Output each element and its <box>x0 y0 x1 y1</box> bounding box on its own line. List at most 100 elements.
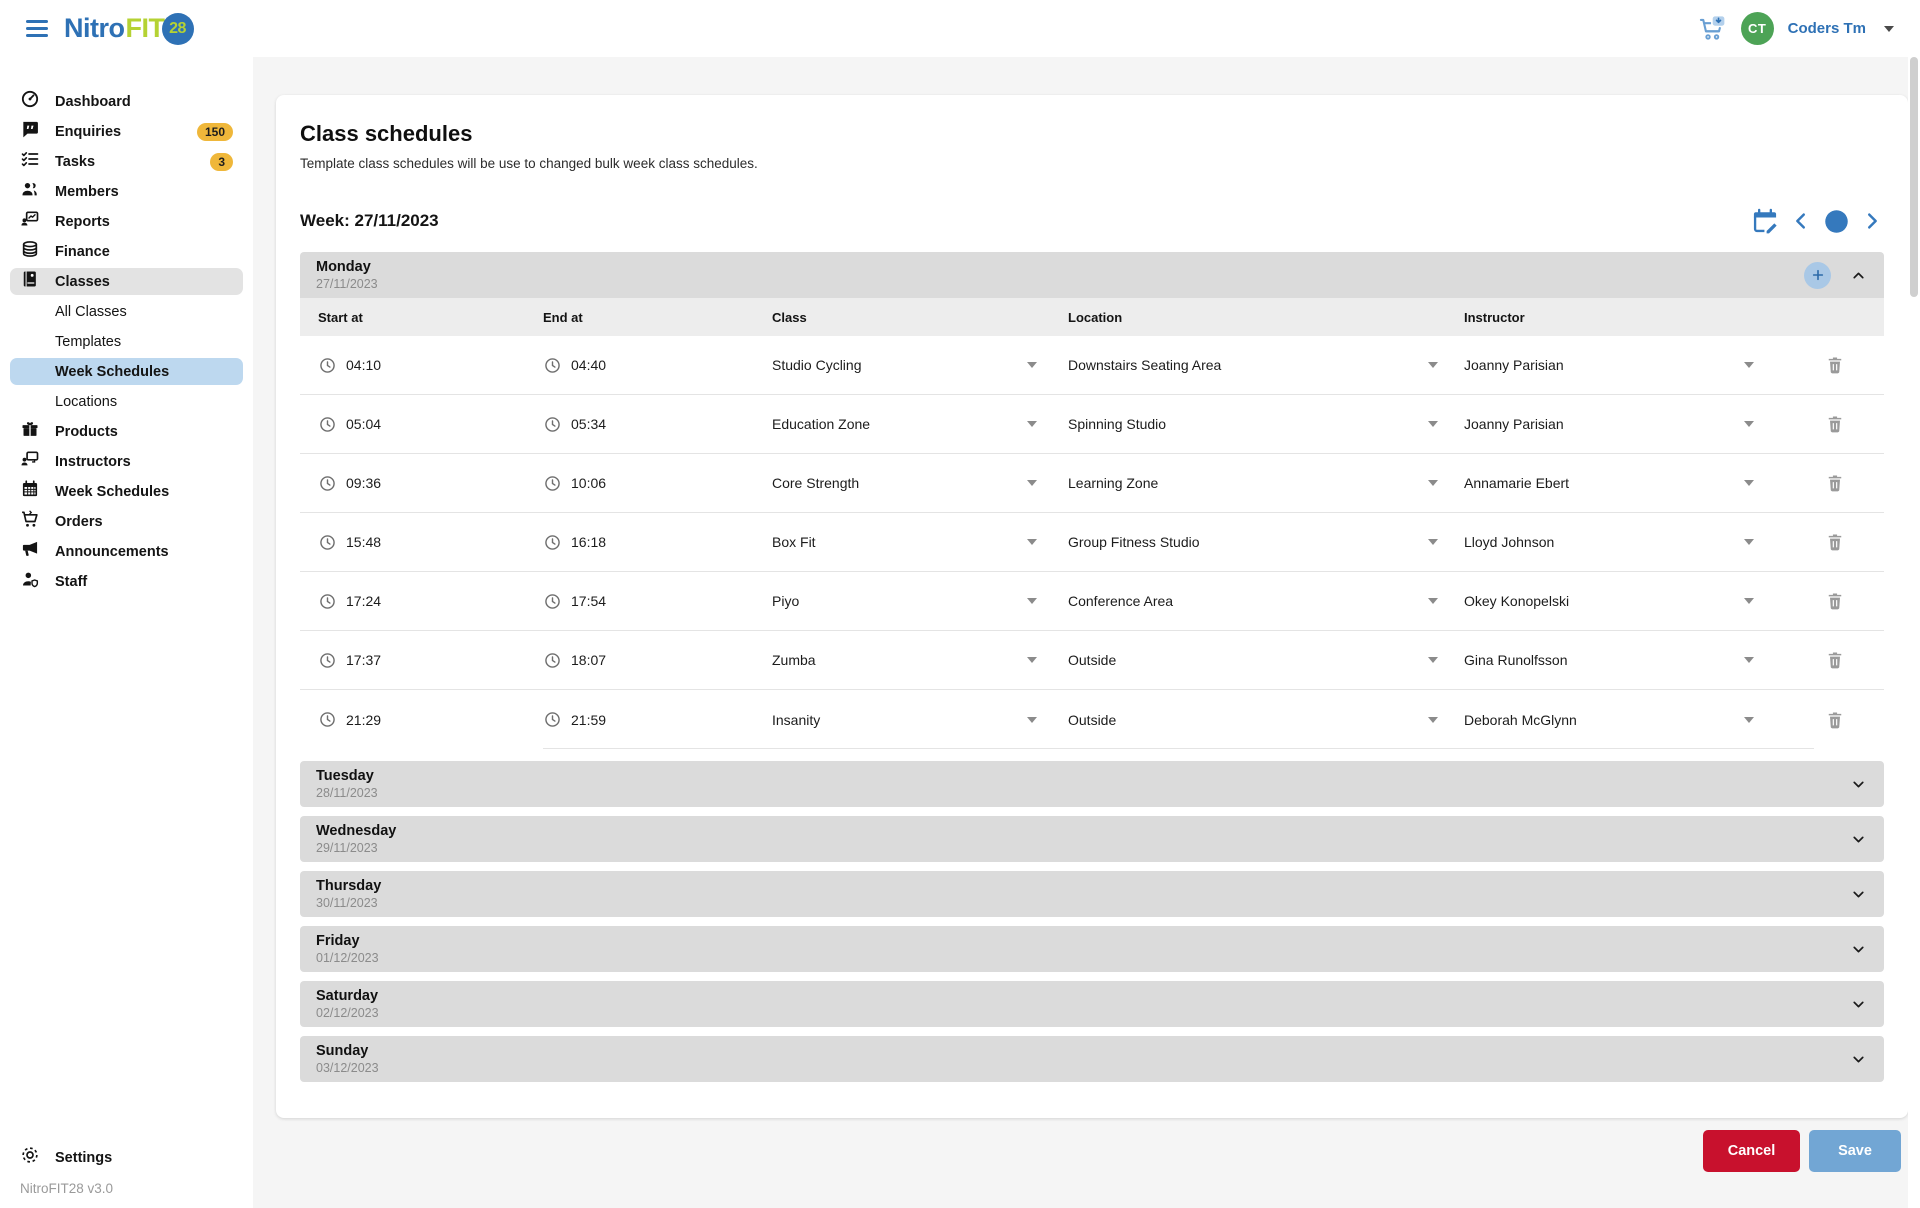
calendar-edit-icon[interactable] <box>1750 206 1780 236</box>
scrollbar-thumb[interactable] <box>1910 57 1918 297</box>
location-select[interactable]: Downstairs Seating Area <box>1068 357 1438 373</box>
avatar[interactable]: CT <box>1741 12 1774 45</box>
location-select[interactable]: Conference Area <box>1068 593 1438 609</box>
expand-day-icon[interactable] <box>1849 830 1868 849</box>
instructor-select[interactable]: Annamarie Ebert <box>1464 475 1754 491</box>
expand-day-icon[interactable] <box>1849 885 1868 904</box>
user-name[interactable]: Coders Tm <box>1788 20 1866 37</box>
class-select[interactable]: Insanity <box>772 712 1037 728</box>
instructor-select[interactable]: Joanny Parisian <box>1464 357 1754 373</box>
page-subtitle: Template class schedules will be use to … <box>300 156 1884 171</box>
sidebar-item-members[interactable]: Members <box>10 178 243 205</box>
sidebar-item-label: Settings <box>55 1150 112 1166</box>
day-header-thursday[interactable]: Thursday 30/11/2023 <box>300 871 1884 917</box>
end-time-field[interactable]: 17:54 <box>543 592 772 611</box>
sidebar-item-templates[interactable]: Templates <box>10 328 243 355</box>
sidebar-item-locations[interactable]: Locations <box>10 388 243 415</box>
class-select[interactable]: Core Strength <box>772 475 1037 491</box>
sidebar-item-reports[interactable]: Reports <box>10 208 243 235</box>
sidebar-item-week-schedules-sub[interactable]: Week Schedules <box>10 358 243 385</box>
instructor-select[interactable]: Lloyd Johnson <box>1464 534 1754 550</box>
save-button[interactable]: Save <box>1809 1130 1901 1172</box>
class-select[interactable]: Studio Cycling <box>772 357 1037 373</box>
sidebar-item-settings[interactable]: Settings <box>10 1144 243 1171</box>
delete-row-icon[interactable] <box>1825 414 1845 434</box>
delete-row-icon[interactable] <box>1825 650 1845 670</box>
day-header-friday[interactable]: Friday 01/12/2023 <box>300 926 1884 972</box>
menu-icon[interactable] <box>26 17 48 40</box>
clock-icon <box>318 356 337 375</box>
sidebar-item-dashboard[interactable]: Dashboard <box>10 88 243 115</box>
sidebar-item-orders[interactable]: Orders <box>10 508 243 535</box>
scrollbar[interactable] <box>1908 57 1920 1208</box>
day-header-tuesday[interactable]: Tuesday 28/11/2023 <box>300 761 1884 807</box>
end-time-field[interactable]: 18:07 <box>543 651 772 670</box>
location-select[interactable]: Group Fitness Studio <box>1068 534 1438 550</box>
expand-day-icon[interactable] <box>1849 1050 1868 1069</box>
sidebar-item-classes[interactable]: Classes <box>10 268 243 295</box>
chevron-down-icon <box>1428 657 1438 663</box>
sidebar-item-finance[interactable]: Finance <box>10 238 243 265</box>
sidebar-item-week-schedules[interactable]: Week Schedules <box>10 478 243 505</box>
sidebar-item-products[interactable]: Products <box>10 418 243 445</box>
class-select[interactable]: Box Fit <box>772 534 1037 550</box>
start-time-field[interactable]: 09:36 <box>318 474 543 493</box>
instructor-select[interactable]: Deborah McGlynn <box>1464 712 1754 728</box>
expand-day-icon[interactable] <box>1849 940 1868 959</box>
instructor-select[interactable]: Joanny Parisian <box>1464 416 1754 432</box>
expand-day-icon[interactable] <box>1849 995 1868 1014</box>
sidebar-item-all-classes[interactable]: All Classes <box>10 298 243 325</box>
instructor-select[interactable]: Gina Runolfsson <box>1464 652 1754 668</box>
day-header-sunday[interactable]: Sunday 03/12/2023 <box>300 1036 1884 1082</box>
delete-row-icon[interactable] <box>1825 355 1845 375</box>
delete-row-icon[interactable] <box>1825 710 1845 730</box>
sidebar-item-enquiries[interactable]: Enquiries 150 <box>10 118 243 145</box>
start-time-field[interactable]: 17:24 <box>318 592 543 611</box>
next-week-icon[interactable] <box>1860 209 1884 233</box>
expand-day-icon[interactable] <box>1849 775 1868 794</box>
sidebar-item-staff[interactable]: Staff <box>10 568 243 595</box>
location-select[interactable]: Outside <box>1068 652 1438 668</box>
class-select[interactable]: Zumba <box>772 652 1037 668</box>
clock-icon <box>543 415 562 434</box>
day-header-monday[interactable]: Monday 27/11/2023 <box>300 252 1884 298</box>
end-time-field[interactable]: 16:18 <box>543 533 772 552</box>
class-select[interactable]: Education Zone <box>772 416 1037 432</box>
sidebar-item-instructors[interactable]: Instructors <box>10 448 243 475</box>
delete-row-icon[interactable] <box>1825 532 1845 552</box>
clock-icon <box>543 651 562 670</box>
clock-icon <box>318 415 337 434</box>
prev-week-icon[interactable] <box>1789 209 1813 233</box>
chevron-down-icon <box>1027 362 1037 368</box>
end-time-field[interactable]: 04:40 <box>543 356 772 375</box>
chevron-down-icon <box>1744 657 1754 663</box>
start-time-field[interactable]: 15:48 <box>318 533 543 552</box>
cart-icon[interactable] <box>1697 14 1727 44</box>
start-time-field[interactable]: 21:29 <box>318 710 543 729</box>
location-select[interactable]: Spinning Studio <box>1068 416 1438 432</box>
staff-icon <box>20 569 40 594</box>
finance-icon <box>20 239 40 264</box>
delete-row-icon[interactable] <box>1825 591 1845 611</box>
class-select[interactable]: Piyo <box>772 593 1037 609</box>
user-menu-caret-icon[interactable] <box>1884 26 1894 32</box>
cancel-button[interactable]: Cancel <box>1703 1130 1800 1172</box>
enquiries-icon <box>20 119 40 144</box>
day-header-wednesday[interactable]: Wednesday 29/11/2023 <box>300 816 1884 862</box>
start-time-field[interactable]: 04:10 <box>318 356 543 375</box>
delete-row-icon[interactable] <box>1825 473 1845 493</box>
start-time-field[interactable]: 17:37 <box>318 651 543 670</box>
start-time-field[interactable]: 05:04 <box>318 415 543 434</box>
end-time-field[interactable]: 10:06 <box>543 474 772 493</box>
end-time-field[interactable]: 21:59 <box>543 710 772 729</box>
instructor-select[interactable]: Okey Konopelski <box>1464 593 1754 609</box>
day-header-saturday[interactable]: Saturday 02/12/2023 <box>300 981 1884 1027</box>
location-select[interactable]: Learning Zone <box>1068 475 1438 491</box>
add-class-button[interactable] <box>1804 262 1831 289</box>
sidebar-item-tasks[interactable]: Tasks 3 <box>10 148 243 175</box>
current-week-icon[interactable] <box>1822 207 1851 236</box>
end-time-field[interactable]: 05:34 <box>543 415 772 434</box>
location-select[interactable]: Outside <box>1068 712 1438 728</box>
sidebar-item-announcements[interactable]: Announcements <box>10 538 243 565</box>
collapse-day-icon[interactable] <box>1849 266 1868 285</box>
